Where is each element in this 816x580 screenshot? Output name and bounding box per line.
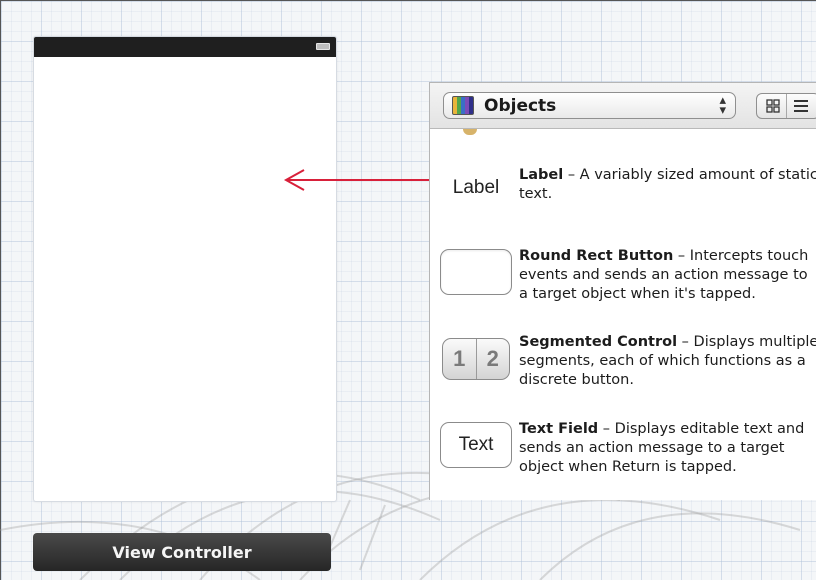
segment-one: 1: [443, 339, 477, 379]
library-item-description: Segmented Control – Displays multiple se…: [519, 333, 816, 390]
object-library-panel: Objects ▴ ▾ Label Label – A variably siz…: [429, 82, 816, 500]
label-icon-text: Label: [452, 177, 500, 198]
popup-updown-icon: ▴ ▾: [719, 92, 726, 117]
segmented-shape: 1 2: [442, 338, 510, 380]
item-description: – A variably sized amount of static text…: [519, 167, 816, 202]
library-item-segmented-control[interactable]: 1 2 Segmented Control – Displays multipl…: [430, 330, 816, 410]
library-item-text-field[interactable]: Text Text Field – Displays editable text…: [430, 418, 816, 498]
library-item-label[interactable]: Label Label – A variably sized amount of…: [430, 163, 816, 243]
library-header: Objects ▴ ▾: [430, 83, 816, 129]
library-item-description: Text Field – Displays editable text and …: [519, 420, 816, 477]
item-title: Segmented Control: [519, 334, 678, 350]
partial-object-icon: [463, 129, 477, 135]
view-controller-scene[interactable]: [33, 36, 337, 502]
library-selector-label: Objects: [484, 96, 557, 116]
text-field-icon: Text: [438, 422, 514, 468]
object-library-icon: [452, 96, 474, 115]
list-view-button[interactable]: [787, 94, 815, 118]
library-selector-popup[interactable]: Objects ▴ ▾: [443, 92, 736, 119]
battery-icon: [316, 43, 330, 50]
list-icon: [794, 100, 808, 112]
item-title: Label: [519, 167, 564, 183]
scene-dock-bar[interactable]: View Controller: [33, 533, 331, 571]
segmented-control-icon: 1 2: [438, 336, 514, 382]
item-title: Round Rect Button: [519, 248, 674, 264]
library-item-round-rect-button[interactable]: Round Rect Button – Intercepts touch eve…: [430, 245, 816, 325]
item-title: Text Field: [519, 421, 599, 437]
view-mode-segmented: [756, 93, 816, 119]
library-item-description: Label – A variably sized amount of stati…: [519, 166, 816, 204]
status-bar: [34, 37, 336, 57]
text-field-shape: Text: [440, 422, 512, 468]
scene-title: View Controller: [112, 542, 252, 562]
segment-two: 2: [486, 346, 499, 371]
drag-arrow-icon: [283, 169, 434, 191]
library-item-description: Round Rect Button – Intercepts touch eve…: [519, 247, 816, 304]
label-icon: Label: [438, 165, 514, 211]
round-rect-button-icon: [438, 249, 514, 295]
round-rect-shape: [440, 249, 512, 295]
grid-view-button[interactable]: [759, 94, 787, 118]
grid-icon: [765, 99, 780, 113]
